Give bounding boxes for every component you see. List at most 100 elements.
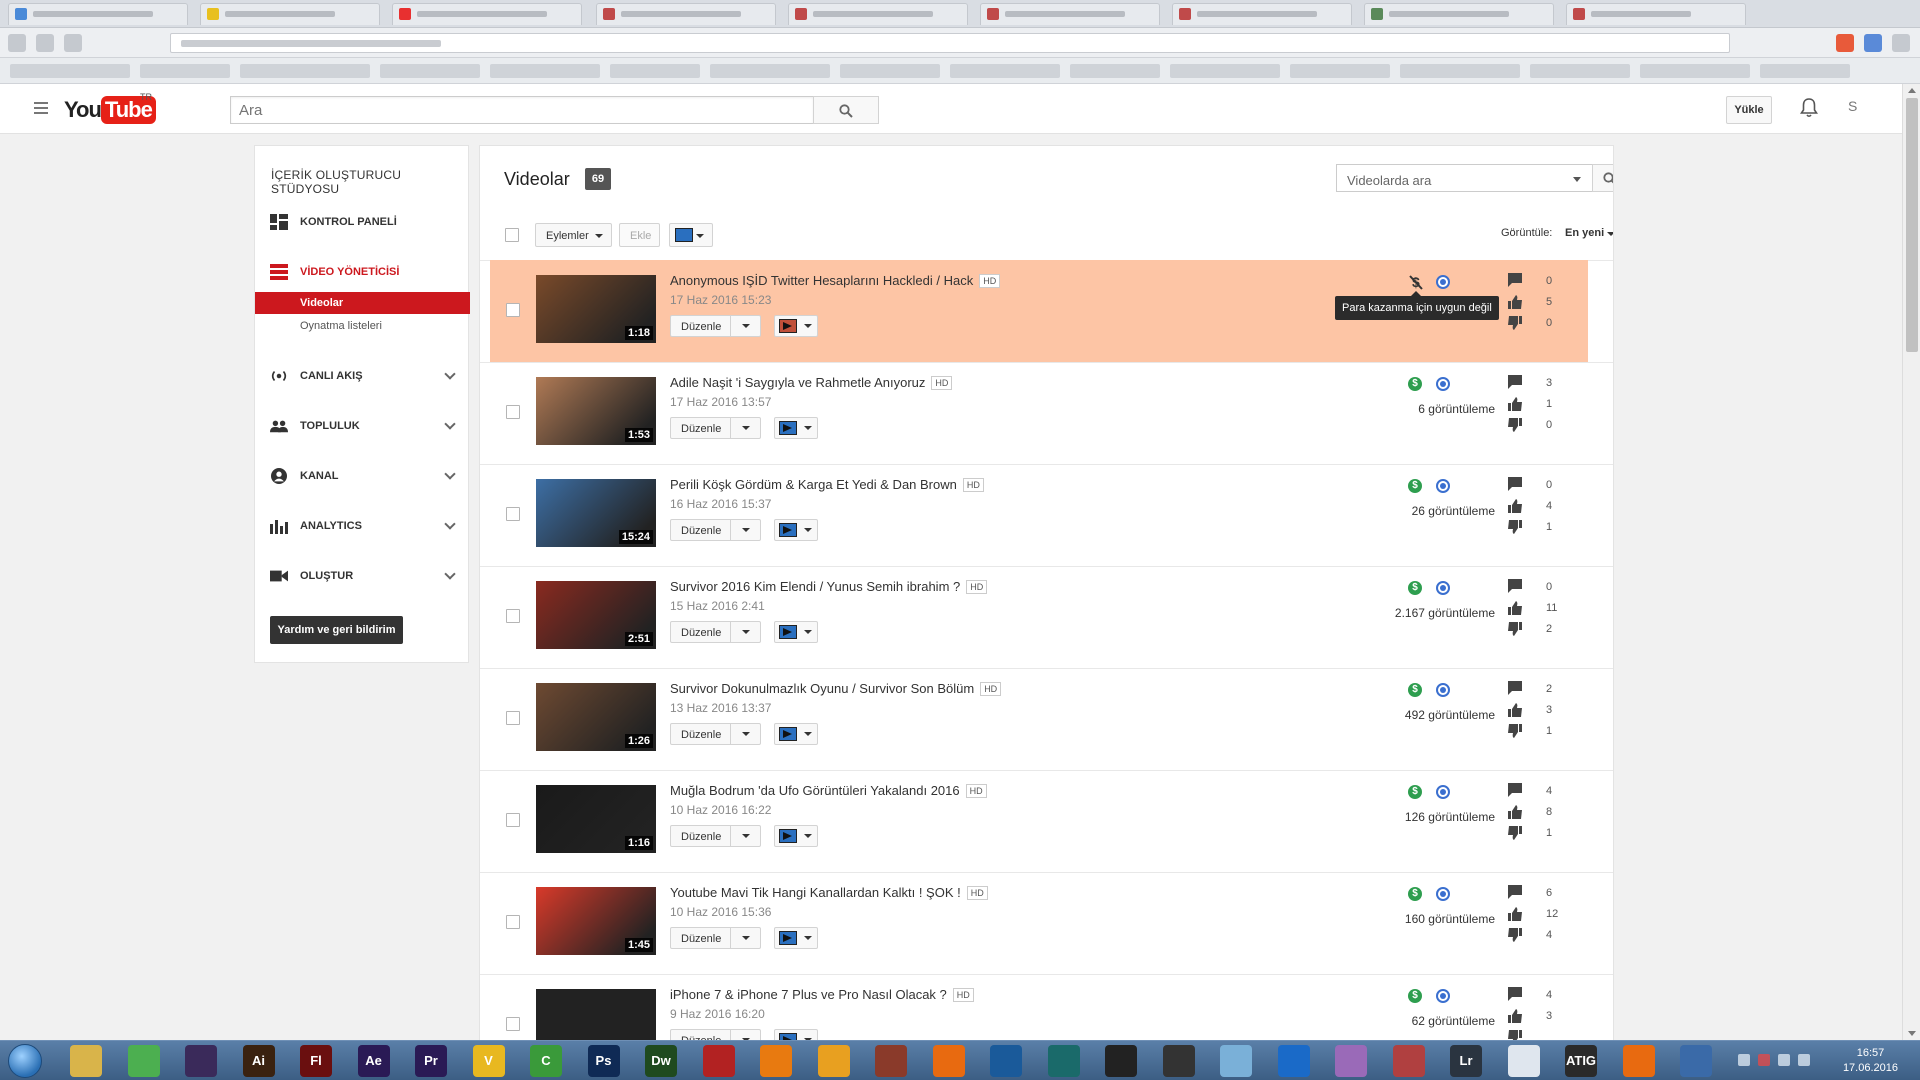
chevron-down-icon[interactable] — [742, 324, 750, 328]
add-button[interactable]: Ekle — [619, 223, 660, 247]
video-thumbnail[interactable]: 1:26 — [536, 683, 656, 751]
public-globe-icon[interactable] — [1436, 785, 1450, 799]
video-title-link[interactable]: Adile Naşit 'i Saygıyla ve Rahmetle Anıy… — [670, 375, 953, 390]
promote-button[interactable] — [774, 315, 818, 337]
video-row-checkbox[interactable] — [506, 609, 520, 623]
chrome-icon[interactable] — [127, 1045, 160, 1077]
promote-button[interactable] — [774, 621, 818, 643]
browser-tab[interactable] — [1566, 3, 1746, 25]
sidebar-item-channel[interactable]: KANAL — [255, 462, 470, 490]
edit-button[interactable]: Düzenle — [670, 315, 761, 337]
back-icon[interactable] — [8, 34, 26, 52]
sidebar-item-analytics[interactable]: ANALYTICS — [255, 512, 470, 540]
flash-icon[interactable]: Fl — [300, 1045, 332, 1077]
video-row-checkbox[interactable] — [506, 303, 520, 317]
bookmark-item[interactable] — [1170, 64, 1280, 78]
public-globe-icon[interactable] — [1436, 377, 1450, 391]
video-search-field[interactable]: Videolarda ara — [1336, 164, 1594, 192]
player-icon[interactable] — [932, 1045, 965, 1077]
bookmark-item[interactable] — [240, 64, 370, 78]
page-scrollbar[interactable] — [1902, 84, 1920, 1040]
bookmark-item[interactable] — [380, 64, 480, 78]
promote-button[interactable] — [774, 417, 818, 439]
scroll-down-icon[interactable] — [1908, 1031, 1916, 1036]
inkscape-icon[interactable] — [1105, 1045, 1137, 1077]
select-all-checkbox[interactable] — [505, 228, 519, 242]
monetization-off-icon[interactable]: $ — [1409, 274, 1423, 290]
promote-button[interactable] — [774, 927, 818, 949]
bookmark-item[interactable] — [1070, 64, 1160, 78]
dreamweaver-icon[interactable]: Dw — [645, 1045, 677, 1077]
scrollbar-thumb[interactable] — [1906, 98, 1918, 352]
video-thumbnail[interactable]: 15:24 — [536, 479, 656, 547]
browser-tab[interactable] — [596, 3, 776, 25]
browser-tab[interactable] — [200, 3, 380, 25]
video-search-button[interactable] — [1592, 164, 1613, 192]
obs-icon[interactable] — [1162, 1045, 1195, 1077]
bookmark-item[interactable] — [490, 64, 600, 78]
bookmark-item[interactable] — [710, 64, 830, 78]
video-title-link[interactable]: Youtube Mavi Tik Hangi Kanallardan Kalkt… — [670, 885, 988, 900]
edit-button[interactable]: Düzenle — [670, 825, 761, 847]
video-row-checkbox[interactable] — [506, 1017, 520, 1031]
bookmark-item[interactable] — [1400, 64, 1520, 78]
monetization-icon[interactable]: $ — [1408, 581, 1422, 595]
monetization-icon[interactable]: $ — [1408, 683, 1422, 697]
tray-arrow-icon[interactable] — [1738, 1054, 1750, 1066]
lightroom-icon[interactable]: Lr — [1450, 1045, 1482, 1077]
ie-icon[interactable] — [1277, 1045, 1310, 1077]
video-row[interactable]: 1:53 Adile Naşit 'i Saygıyla ve Rahmetle… — [480, 362, 1613, 464]
search-button[interactable] — [813, 96, 879, 124]
bookmark-item[interactable] — [1290, 64, 1390, 78]
bookmark-item[interactable] — [1760, 64, 1850, 78]
monetization-icon[interactable]: $ — [1408, 377, 1422, 391]
bookmark-item[interactable] — [140, 64, 230, 78]
chevron-down-icon[interactable] — [1607, 232, 1613, 236]
chevron-down-icon[interactable] — [742, 426, 750, 430]
torrent-icon[interactable] — [1680, 1045, 1712, 1077]
bookmark-item[interactable] — [10, 64, 130, 78]
globe-app-icon[interactable] — [990, 1045, 1022, 1077]
filezilla-icon[interactable] — [702, 1045, 735, 1077]
video-title-link[interactable]: Survivor 2016 Kim Elendi / Yunus Semih i… — [670, 579, 988, 594]
media-icon[interactable] — [185, 1045, 217, 1077]
calculator-icon[interactable] — [1507, 1045, 1540, 1077]
illustrator-icon[interactable]: Ai — [242, 1045, 275, 1077]
video-title-link[interactable]: Survivor Dokunulmazlık Oyunu / Survivor … — [670, 681, 1002, 696]
browser-tab[interactable] — [1364, 3, 1554, 25]
browser-tab[interactable] — [980, 3, 1160, 25]
video-title-link[interactable]: Muğla Bodrum 'da Ufo Görüntüleri Yakalan… — [670, 783, 987, 798]
notifications-bell-icon[interactable] — [1800, 98, 1818, 118]
premiere-icon[interactable]: Pr — [415, 1045, 447, 1077]
edit-button[interactable]: Düzenle — [670, 927, 761, 949]
atig-icon[interactable]: ATIG — [1565, 1045, 1597, 1077]
maya-icon[interactable] — [1047, 1045, 1080, 1077]
account-avatar[interactable]: S — [1848, 98, 1857, 114]
video-row-checkbox[interactable] — [506, 711, 520, 725]
chevron-down-icon[interactable] — [742, 732, 750, 736]
video-thumbnail[interactable]: 2:51 — [536, 581, 656, 649]
sidebar-item-dashboard[interactable]: KONTROL PANELİ — [255, 208, 470, 236]
sidebar-subitem-videos[interactable]: Videolar — [255, 292, 470, 314]
photoshop-icon[interactable]: Ps — [587, 1045, 620, 1077]
browser-tab[interactable] — [788, 3, 968, 25]
video-row-checkbox[interactable] — [506, 915, 520, 929]
video-title-link[interactable]: iPhone 7 & iPhone 7 Plus ve Pro Nasıl Ol… — [670, 987, 974, 1002]
extension-icon[interactable] — [1864, 34, 1882, 52]
public-globe-icon[interactable] — [1436, 479, 1450, 493]
bookmark-item[interactable] — [1530, 64, 1630, 78]
browser-tab[interactable] — [1172, 3, 1352, 25]
chevron-down-icon[interactable] — [1573, 177, 1581, 182]
video-title-link[interactable]: Anonymous IŞİD Twitter Hesaplarını Hackl… — [670, 273, 1001, 288]
actions-dropdown[interactable]: Eylemler — [535, 223, 612, 247]
edit-button[interactable]: Düzenle — [670, 621, 761, 643]
public-globe-icon[interactable] — [1436, 887, 1450, 901]
monetization-icon[interactable]: $ — [1408, 989, 1422, 1003]
vectorian-icon[interactable]: V — [472, 1045, 505, 1077]
browser-tab[interactable] — [8, 3, 188, 25]
system-clock[interactable]: 16:57 17.06.2016 — [1843, 1046, 1898, 1076]
monetization-icon[interactable]: $ — [1408, 887, 1422, 901]
chevron-down-icon[interactable] — [742, 834, 750, 838]
extension-icon[interactable] — [1836, 34, 1854, 52]
notes-icon[interactable] — [1220, 1045, 1252, 1077]
